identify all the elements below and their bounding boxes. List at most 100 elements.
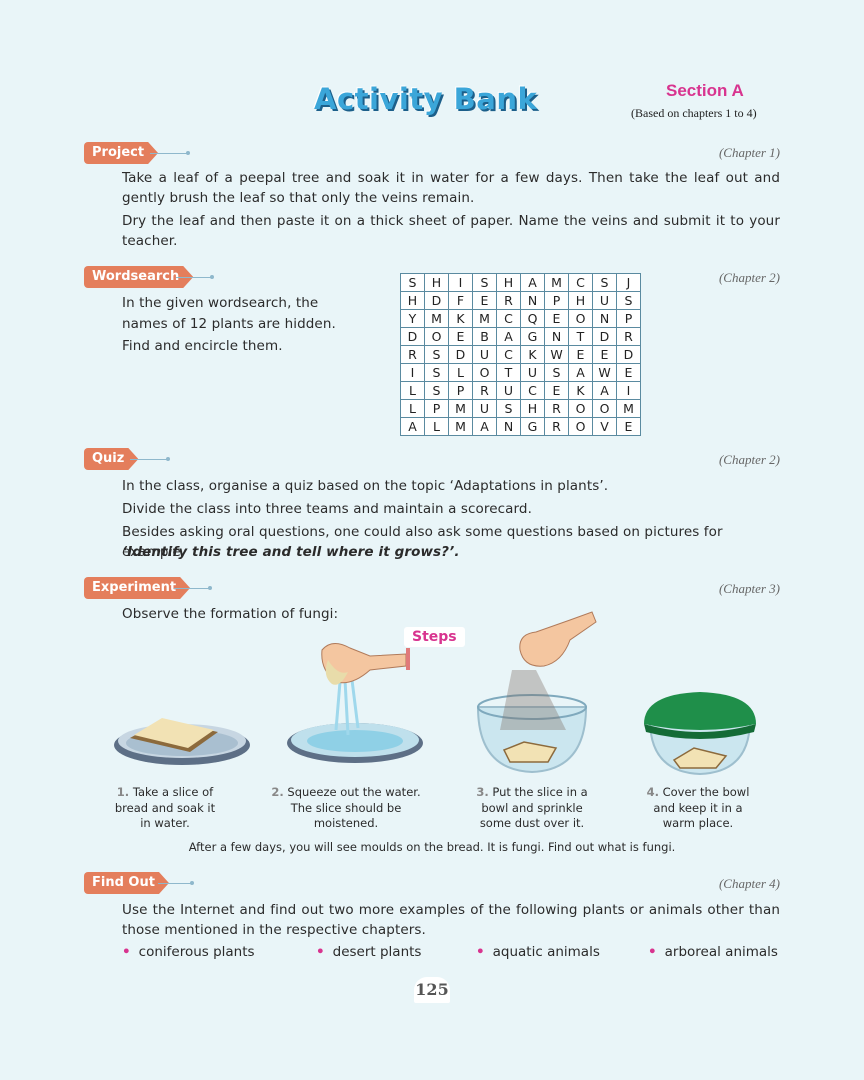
- wordsearch-cell: N: [544, 327, 569, 346]
- step-1-number: 1.: [116, 785, 130, 799]
- bullet-text: arboreal animals: [664, 944, 778, 960]
- wordsearch-cell: L: [400, 399, 425, 418]
- wordsearch-cell: S: [472, 273, 497, 292]
- step-3-line-3: some dust over it.: [479, 816, 585, 830]
- step-2-line-2: The slice should be: [290, 800, 402, 815]
- tag-connector-dot: [166, 457, 170, 461]
- wordsearch-cell: R: [544, 417, 569, 436]
- wordsearch-cell: S: [424, 345, 449, 364]
- bullet-item: • aquatic animals: [476, 944, 600, 960]
- wordsearch-cell: V: [592, 417, 617, 436]
- bullet-text: desert plants: [332, 944, 422, 960]
- step-4-line-1: Cover the bowl: [662, 785, 750, 799]
- wordsearch-cell: Y: [400, 309, 425, 328]
- step-4-caption: 4. Cover the bowl and keep it in a warm …: [636, 785, 760, 832]
- tag-connector-dot: [190, 881, 194, 885]
- wordsearch-row: YMKMCQEONP: [400, 309, 641, 328]
- step-3-caption: 3. Put the slice in a bowl and sprinkle …: [462, 785, 602, 832]
- tag-connector-line: [150, 153, 188, 154]
- findout-chapter: (Chapter 4): [718, 876, 780, 891]
- quiz-chapter: (Chapter 2): [718, 452, 780, 467]
- project-tag: Project: [84, 142, 158, 164]
- wordsearch-cell: E: [544, 309, 569, 328]
- wordsearch-cell: A: [520, 273, 545, 292]
- wordsearch-cell: K: [448, 309, 473, 328]
- page-title: Activity Bank: [314, 82, 538, 116]
- wordsearch-line-3: Find and encircle them.: [122, 338, 283, 354]
- wordsearch-cell: R: [400, 345, 425, 364]
- wordsearch-cell: H: [496, 273, 521, 292]
- bread-in-plate-illustration: [114, 718, 250, 765]
- wordsearch-cell: A: [400, 417, 425, 436]
- wordsearch-cell: D: [616, 345, 641, 364]
- wordsearch-cell: S: [592, 273, 617, 292]
- wordsearch-grid: SHISHAMCSJHDFERNPHUSYMKMCQEONPDOEBAGNTDR…: [400, 273, 641, 436]
- wordsearch-cell: P: [448, 381, 473, 400]
- step-3-line-1: Put the slice in a: [492, 785, 588, 799]
- wordsearch-cell: E: [568, 345, 593, 364]
- wordsearch-cell: S: [400, 273, 425, 292]
- step-2-line-1: Squeeze out the water.: [287, 785, 421, 799]
- wordsearch-cell: O: [568, 417, 593, 436]
- wordsearch-cell: K: [568, 381, 593, 400]
- wordsearch-cell: W: [544, 345, 569, 364]
- wordsearch-cell: C: [520, 381, 545, 400]
- wordsearch-cell: N: [520, 291, 545, 310]
- bullet-item: • arboreal animals: [648, 944, 778, 960]
- wordsearch-row: RSDUCKWEED: [400, 345, 641, 364]
- wordsearch-cell: J: [616, 273, 641, 292]
- wordsearch-cell: O: [568, 399, 593, 418]
- wordsearch-cell: H: [520, 399, 545, 418]
- wordsearch-cell: U: [472, 399, 497, 418]
- wordsearch-cell: L: [400, 381, 425, 400]
- squeeze-water-illustration: [287, 643, 423, 763]
- step-4-line-2: and keep it in a: [653, 800, 743, 815]
- experiment-conclusion: After a few days, you will see moulds on…: [188, 840, 676, 854]
- step-3-number: 3.: [476, 785, 489, 799]
- step-4-number: 4.: [646, 785, 659, 799]
- findout-tag: Find Out: [84, 872, 169, 894]
- tag-connector-dot: [186, 151, 190, 155]
- wordsearch-cell: D: [448, 345, 473, 364]
- step-2-line-3: moistened.: [313, 816, 379, 830]
- bullet-text: coniferous plants: [138, 944, 255, 960]
- wordsearch-row: LPMUSHROOM: [400, 399, 641, 418]
- wordsearch-cell: R: [472, 381, 497, 400]
- wordsearch-line-2: names of 12 plants are hidden.: [122, 316, 336, 332]
- step-1-line-1: Take a slice of: [132, 785, 214, 799]
- tag-connector-line: [130, 459, 168, 460]
- wordsearch-cell: M: [424, 309, 449, 328]
- wordsearch-cell: C: [496, 309, 521, 328]
- page-number: 125: [414, 977, 450, 1003]
- bullet-text: aquatic animals: [492, 944, 600, 960]
- wordsearch-cell: E: [472, 291, 497, 310]
- wordsearch-row: ISLOTUSAWE: [400, 363, 641, 382]
- wordsearch-cell: Q: [520, 309, 545, 328]
- wordsearch-cell: G: [520, 327, 545, 346]
- step-4-line-3: warm place.: [662, 816, 734, 830]
- step-1-caption: 1. Take a slice of bread and soak it in …: [100, 785, 230, 832]
- wordsearch-cell: P: [544, 291, 569, 310]
- section-subtitle: (Based on chapters 1 to 4): [631, 106, 757, 120]
- project-chapter: (Chapter 1): [718, 145, 780, 160]
- wordsearch-cell: G: [520, 417, 545, 436]
- wordsearch-cell: O: [592, 399, 617, 418]
- wordsearch-cell: P: [616, 309, 641, 328]
- wordsearch-row: SHISHAMCSJ: [400, 273, 641, 292]
- step-2-number: 2.: [271, 785, 284, 799]
- wordsearch-cell: M: [472, 309, 497, 328]
- wordsearch-cell: S: [544, 363, 569, 382]
- wordsearch-cell: D: [400, 327, 425, 346]
- wordsearch-cell: T: [568, 327, 593, 346]
- quiz-line-1: In the class, organise a quiz based on t…: [122, 478, 609, 494]
- covered-bowl-illustration: [644, 692, 756, 776]
- wordsearch-cell: O: [472, 363, 497, 382]
- wordsearch-cell: L: [424, 417, 449, 436]
- wordsearch-cell: M: [448, 399, 473, 418]
- wordsearch-cell: H: [568, 291, 593, 310]
- wordsearch-cell: O: [424, 327, 449, 346]
- wordsearch-cell: P: [424, 399, 449, 418]
- wordsearch-line-1: In the given wordsearch, the: [122, 295, 319, 311]
- bowl-dust-illustration: [476, 611, 597, 774]
- wordsearch-cell: B: [472, 327, 497, 346]
